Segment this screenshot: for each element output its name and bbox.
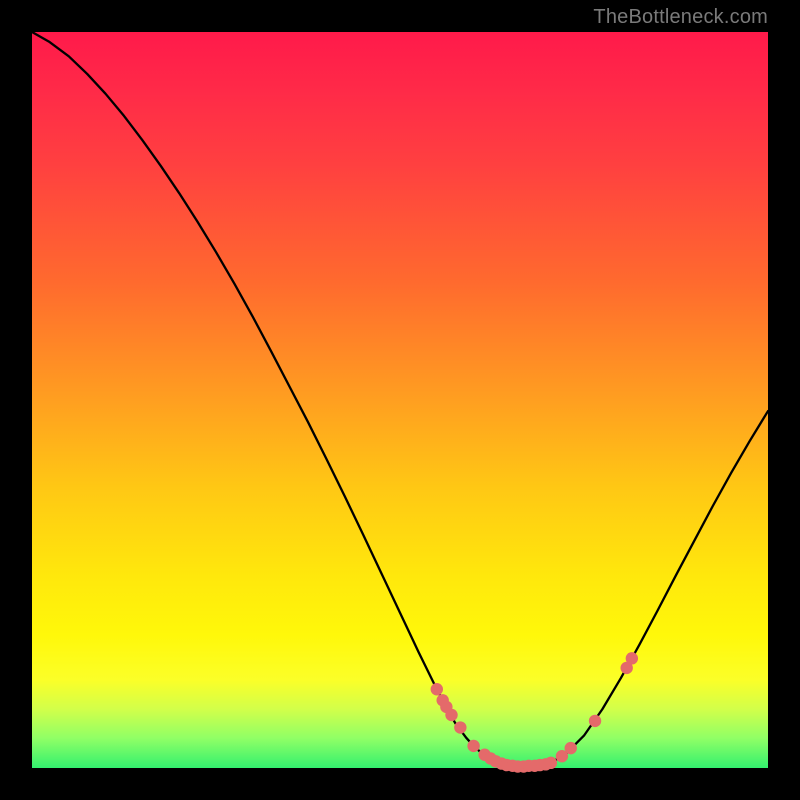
chart-marker [565,742,577,754]
chart-frame: TheBottleneck.com [0,0,800,800]
chart-marker [467,740,479,752]
chart-marker [431,683,443,695]
chart-marker [454,721,466,733]
chart-marker [545,757,557,769]
chart-marker [626,652,638,664]
bottleneck-curve [32,32,768,767]
chart-markers [431,652,638,773]
chart-marker [589,715,601,727]
watermark-text: TheBottleneck.com [593,6,768,29]
chart-svg [32,32,768,768]
chart-marker [445,709,457,721]
